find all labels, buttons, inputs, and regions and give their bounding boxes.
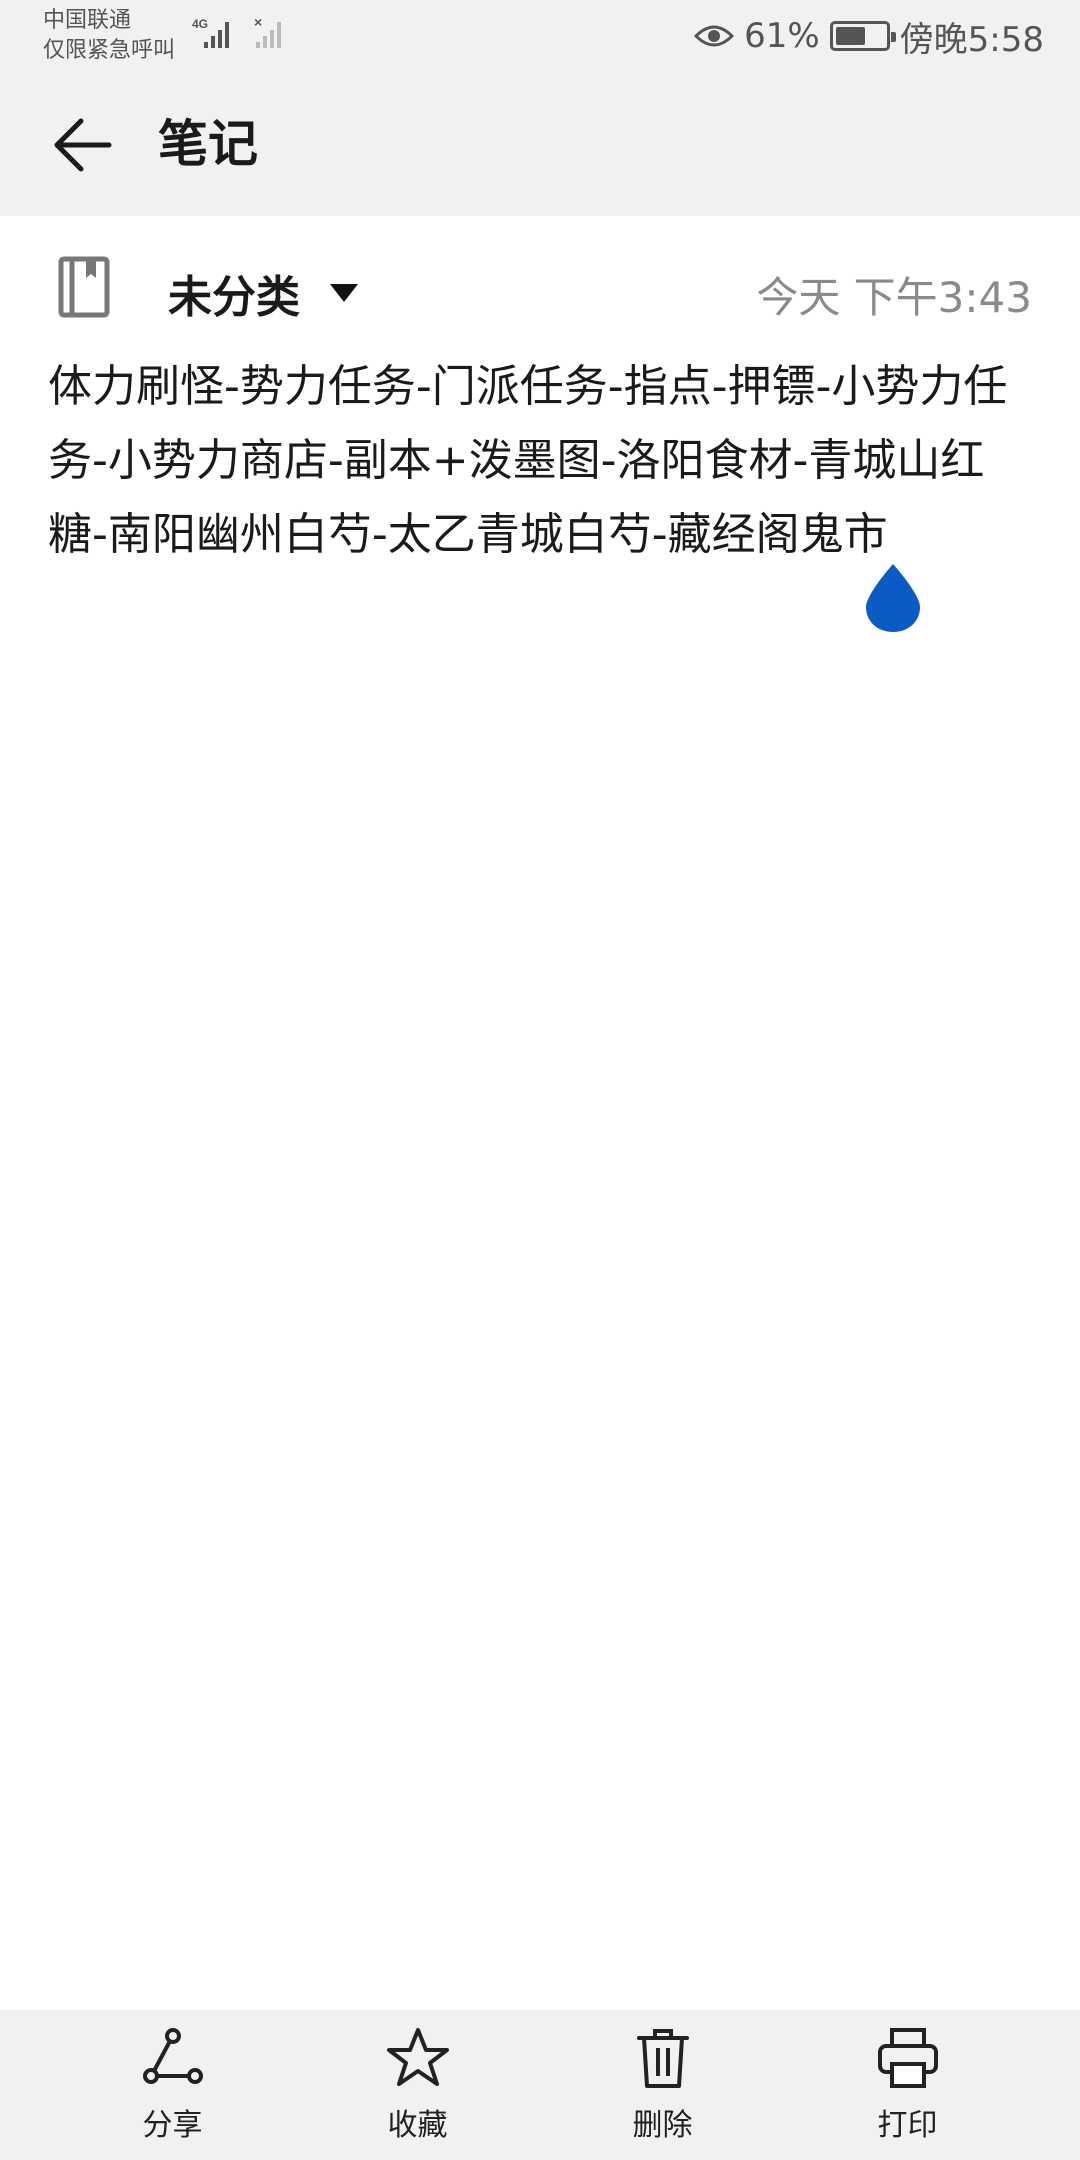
print-label: 打印 [877, 2108, 938, 2143]
star-icon [386, 2028, 449, 2086]
clock: 傍晚5:58 [899, 19, 1044, 60]
top-chrome: 中国联通 仅限紧急呼叫 4G × 61% 傍晚5:58 笔记 [0, 0, 1080, 216]
delete-button[interactable]: 删除 [573, 2010, 753, 2160]
note-meta: 未分类 今天 下午3:43 [0, 216, 1080, 356]
favorite-button[interactable]: 收藏 [328, 2010, 508, 2160]
signal-indicators: 4G × [190, 14, 300, 54]
battery-percent: 61% [744, 16, 820, 56]
status-right: 61% 傍晚5:58 [694, 10, 1044, 62]
battery-fill [835, 27, 865, 45]
page-title: 笔记 [158, 115, 258, 173]
back-arrow-icon [54, 118, 112, 172]
category-selector[interactable]: 未分类 [168, 261, 358, 325]
status-bar: 中国联通 仅限紧急呼叫 4G × 61% 傍晚5:58 [0, 0, 1080, 72]
signal-icon: 4G [192, 17, 229, 48]
app-header: 笔记 [0, 72, 1080, 216]
emergency-only-text: 仅限紧急呼叫 [43, 38, 176, 63]
text-cursor-handle[interactable] [862, 562, 924, 634]
network-type-label: 4G [192, 17, 208, 31]
no-signal-icon: × [254, 14, 281, 48]
delete-label: 删除 [632, 2108, 693, 2143]
share-icon [142, 2028, 203, 2084]
category-label: 未分类 [168, 272, 300, 323]
svg-text:×: × [254, 14, 262, 30]
dropdown-caret-icon [330, 284, 358, 302]
favorite-label: 收藏 [387, 2108, 448, 2143]
carrier-info: 中国联通 仅限紧急呼叫 [43, 6, 175, 66]
battery-icon [829, 21, 896, 51]
bottom-toolbar: 分享 收藏 删除 打印 [0, 2010, 1080, 2160]
eye-icon [694, 25, 735, 47]
print-button[interactable]: 打印 [818, 2010, 998, 2160]
printer-icon [877, 2028, 938, 2088]
back-button[interactable] [40, 107, 126, 183]
note-content[interactable]: 体力刷怪-势力任务-门派任务-指点-押镖-小势力任务-小势力商店-副本+泼墨图-… [48, 350, 1028, 572]
share-label: 分享 [142, 2108, 203, 2143]
note-timestamp: 今天 下午3:43 [756, 273, 1032, 322]
carrier-name: 中国联通 [43, 8, 132, 33]
notebook-icon [58, 256, 110, 318]
share-button[interactable]: 分享 [83, 2010, 263, 2160]
trash-icon [636, 2029, 689, 2088]
